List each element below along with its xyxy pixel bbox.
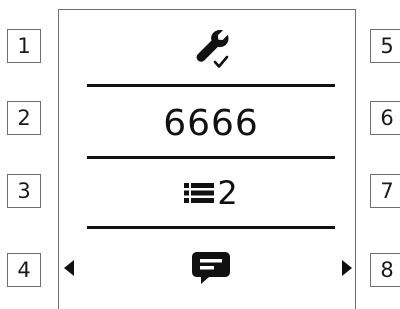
softkey-2[interactable]: 2 bbox=[7, 101, 41, 135]
softkey-3[interactable]: 3 bbox=[7, 174, 41, 208]
softkey-8[interactable]: 8 bbox=[370, 253, 400, 287]
menu-line-settings bbox=[87, 18, 335, 80]
message-icon bbox=[192, 252, 230, 284]
triangle-left-icon[interactable] bbox=[63, 259, 75, 277]
divider bbox=[87, 226, 335, 229]
menu-line-message bbox=[87, 234, 335, 302]
display-screen: 6666 2 bbox=[58, 9, 356, 309]
menu-line-value: 6666 bbox=[87, 92, 335, 154]
list-icon bbox=[184, 183, 215, 203]
value-readout: 6666 bbox=[163, 102, 259, 144]
wrench-check-icon bbox=[196, 29, 229, 68]
softkey-5[interactable]: 5 bbox=[370, 29, 400, 63]
triangle-right-icon[interactable] bbox=[341, 259, 353, 277]
softkey-7[interactable]: 7 bbox=[370, 174, 400, 208]
menu-line-list: 2 bbox=[87, 164, 335, 222]
divider bbox=[87, 156, 335, 159]
softkey-6[interactable]: 6 bbox=[370, 101, 400, 135]
softkey-1[interactable]: 1 bbox=[7, 29, 41, 63]
list-count: 2 bbox=[217, 174, 238, 212]
divider bbox=[87, 84, 335, 87]
softkey-4[interactable]: 4 bbox=[7, 253, 41, 287]
